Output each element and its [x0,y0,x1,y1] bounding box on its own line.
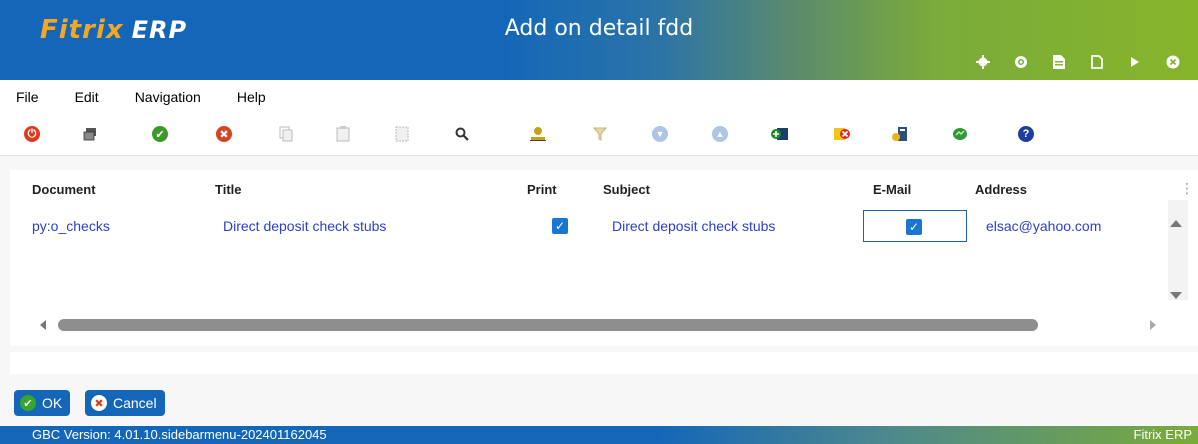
header-subject[interactable]: Subject [603,182,650,197]
window-title: Add on detail fdd [504,16,694,41]
menu-file[interactable]: File [16,89,39,105]
print-checkbox[interactable]: ✓ [552,218,568,234]
ok-label: OK [42,395,63,411]
cancel-x-icon: ✖ [91,395,107,411]
filter-icon[interactable] [590,124,610,144]
check-icon: ✔ [20,395,36,411]
cell-subject[interactable]: Direct deposit check stubs [612,218,775,234]
document-icon[interactable] [1040,52,1078,72]
app-window: Fitrix ERP Add on detail fdd File Edit N… [0,0,1198,444]
copy-screen-icon[interactable] [80,124,100,144]
add-row-icon[interactable] [770,124,790,144]
search-icon[interactable] [452,124,472,144]
arrow-up-icon[interactable]: ▲ [710,124,730,144]
play-icon[interactable] [1116,52,1154,72]
header-actions [964,52,1192,72]
horizontal-scrollbar-thumb[interactable] [58,319,1038,331]
menu-edit[interactable]: Edit [75,89,99,105]
header-address[interactable]: Address [975,182,1027,197]
header-title[interactable]: Title [215,182,242,197]
form-spacer [10,352,1198,374]
cancel-icon[interactable]: ✖ [214,124,234,144]
brand-text: Fitrix ERP [1133,427,1193,442]
version-text: GBC Version: 4.01.10.sidebarmenu-2024011… [32,427,327,442]
scroll-right-arrow[interactable] [1150,320,1156,330]
email-checkbox[interactable]: ✓ [906,219,922,235]
menu-navigation[interactable]: Navigation [135,89,201,105]
vertical-scrollbar[interactable] [1168,200,1188,300]
header-print[interactable]: Print [527,182,557,197]
column-menu-icon[interactable]: ⋮ [1180,180,1194,197]
header-bar: Fitrix ERP Add on detail fdd [0,0,1198,80]
close-circle-icon[interactable] [1154,52,1192,72]
ok-button[interactable]: ✔ OK [14,390,71,416]
cell-address[interactable]: elsac@yahoo.com [986,218,1101,234]
arrow-down-icon[interactable]: ▼ [650,124,670,144]
chat-icon[interactable] [950,124,970,144]
menu-bar: File Edit Navigation Help [0,80,1198,114]
menu-help[interactable]: Help [237,89,266,105]
globe-icon[interactable] [1002,52,1040,72]
detail-table: Document Title Print Subject E-Mail Addr… [10,170,1198,346]
paste-icon[interactable] [333,124,353,144]
accept-icon[interactable]: ✔ [150,124,170,144]
cell-title[interactable]: Direct deposit check stubs [223,218,386,234]
delete-row-icon[interactable] [832,124,852,144]
cancel-label: Cancel [113,395,157,411]
help-icon[interactable]: ? [1016,124,1036,144]
user-lookup-icon[interactable] [528,124,548,144]
power-icon[interactable]: ⏻ [22,124,42,144]
edit-row-icon[interactable] [890,124,910,144]
header-document[interactable]: Document [32,182,96,197]
toolbar: ⏻ ✔ ✖ ▼ ▲ ? [0,114,1198,156]
new-page-icon[interactable] [1078,52,1116,72]
select-all-icon[interactable] [392,124,412,144]
header-email[interactable]: E-Mail [873,182,911,197]
cancel-button[interactable]: ✖ Cancel [85,390,165,416]
cell-document[interactable]: py:o_checks [32,218,110,234]
scroll-left-arrow[interactable] [40,320,46,330]
scroll-up-arrow[interactable] [1170,220,1182,227]
scroll-down-arrow[interactable] [1170,292,1182,299]
gear-icon[interactable] [964,52,1002,72]
copy-icon[interactable] [276,124,296,144]
status-bar: GBC Version: 4.01.10.sidebarmenu-2024011… [0,426,1198,444]
